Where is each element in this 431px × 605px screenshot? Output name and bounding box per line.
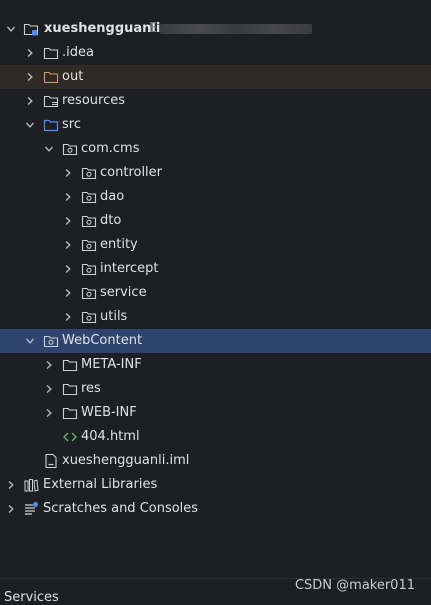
package-icon [81,305,97,329]
tree-item-label: WEB-INF [81,405,137,420]
chevron-right-icon[interactable] [43,377,55,401]
package-icon [81,161,97,185]
chevron-right-icon[interactable] [62,281,74,305]
tree-item-label: utils [100,309,128,324]
source-folder-icon [43,113,59,137]
tree-row-entity[interactable]: entity [0,233,431,257]
watermark-text: CSDN @maker011 [294,578,415,593]
web-folder-icon [43,329,59,353]
tree-row-project-root[interactable]: xueshengguanli E [0,17,431,41]
html-file-icon [62,425,78,449]
tree-item-label: META-INF [81,357,142,372]
package-icon [81,185,97,209]
tree-row-iml[interactable]: xueshengguanli.iml [0,449,431,473]
iml-file-icon [43,449,59,473]
tree-item-label: .idea [62,45,94,60]
project-tree: xueshengguanli E .idea out resources src… [0,17,431,521]
tree-row-404-html[interactable]: 404.html [0,425,431,449]
chevron-down-icon[interactable] [24,113,36,137]
library-icon [23,473,39,497]
tree-item-label: src [62,117,81,132]
tree-item-label: intercept [100,261,159,276]
tree-row-com-cms[interactable]: com.cms [0,137,431,161]
folder-icon [43,41,59,65]
chevron-right-icon[interactable] [5,473,17,497]
tree-row-src[interactable]: src [0,113,431,137]
folder-icon [62,377,78,401]
tree-row-meta-inf[interactable]: META-INF [0,353,431,377]
tree-item-label: resources [62,93,126,108]
chevron-right-icon[interactable] [24,65,36,89]
chevron-right-icon[interactable] [24,41,36,65]
package-icon [62,137,78,161]
tree-item-label: entity [100,237,138,252]
package-icon [81,257,97,281]
tree-item-label: controller [100,165,163,180]
tree-item-label: Scratches and Consoles [43,501,199,516]
tree-row-out[interactable]: out [0,65,431,89]
chevron-down-icon[interactable] [5,17,17,41]
tree-item-label: dto [100,213,122,228]
tree-row-idea[interactable]: .idea [0,41,431,65]
chevron-right-icon[interactable] [24,89,36,113]
excluded-folder-icon [43,65,59,89]
chevron-right-icon[interactable] [62,257,74,281]
tree-item-label: service [100,285,147,300]
folder-icon [62,353,78,377]
tree-row-scratches[interactable]: Scratches and Consoles [0,497,431,521]
package-icon [81,209,97,233]
tree-item-label: com.cms [81,141,140,156]
folder-icon [62,401,78,425]
project-name: xueshengguanli [44,21,161,36]
chevron-right-icon[interactable] [62,209,74,233]
tree-row-webcontent[interactable]: WebContent [0,329,431,353]
chevron-down-icon[interactable] [24,329,36,353]
services-tab-label[interactable]: Services [4,590,59,605]
tree-row-resources[interactable]: resources [0,89,431,113]
tree-item-label: WebContent [62,333,143,348]
tree-item-label: External Libraries [43,477,158,492]
tree-row-intercept[interactable]: intercept [0,257,431,281]
tree-item-label: xueshengguanli.iml [62,453,190,468]
resources-folder-icon [43,89,59,113]
project-path-hint: E [149,21,158,36]
chevron-right-icon[interactable] [43,401,55,425]
package-icon [81,233,97,257]
chevron-right-icon[interactable] [62,305,74,329]
chevron-down-icon[interactable] [43,137,55,161]
tree-row-web-inf[interactable]: WEB-INF [0,401,431,425]
chevron-right-icon[interactable] [5,497,17,521]
tree-row-utils[interactable]: utils [0,305,431,329]
tree-row-controller[interactable]: controller [0,161,431,185]
tree-row-external-libraries[interactable]: External Libraries [0,473,431,497]
module-folder-icon [23,17,39,41]
tree-row-res[interactable]: res [0,377,431,401]
tree-row-service[interactable]: service [0,281,431,305]
tree-row-dao[interactable]: dao [0,185,431,209]
tree-item-label: out [62,69,84,84]
chevron-right-icon[interactable] [43,353,55,377]
tree-item-label: 404.html [81,429,140,444]
tree-row-dto[interactable]: dto [0,209,431,233]
tree-item-label: dao [100,189,125,204]
tree-item-label: res [81,381,101,396]
package-icon [81,281,97,305]
redacted-path-blur [160,24,312,34]
scratches-icon [23,497,39,521]
chevron-right-icon[interactable] [62,185,74,209]
chevron-right-icon[interactable] [62,233,74,257]
chevron-right-icon[interactable] [62,161,74,185]
